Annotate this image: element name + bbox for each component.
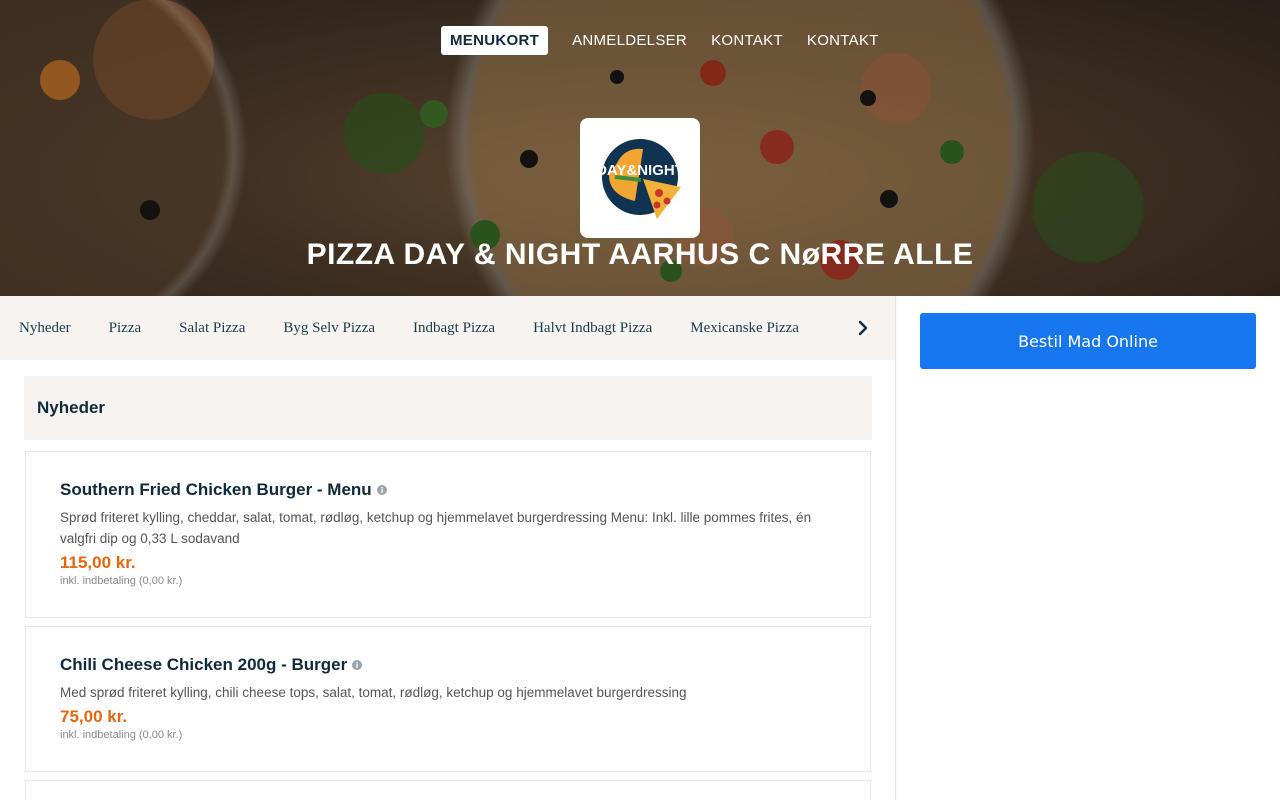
nav-kontakt-2[interactable]: KONTAKT [798,26,888,55]
hero-banner: MENUKORT ANMELDELSER KONTAKT KONTAKT DAY… [0,0,1280,296]
order-online-button[interactable]: Bestil Mad Online [920,313,1256,369]
category-mexicanske-pizza[interactable]: Mexicanske Pizza [690,320,799,337]
menu-item-name: Chili Cheese Chicken 200g - Burger [60,655,348,674]
menu-item-title: Southern Fried Chicken Burger - Menu [60,480,836,500]
restaurant-title: PIZZA DAY & NIGHT AARHUS C NøRRE ALLE [306,238,974,271]
top-nav: MENUKORT ANMELDELSER KONTAKT KONTAKT [441,26,894,55]
column-divider [895,296,896,800]
category-nyheder[interactable]: Nyheder [19,320,71,337]
category-pizza[interactable]: Pizza [109,320,141,337]
section-title-nyheder: Nyheder [24,376,872,440]
menu-item-deposit: inkl. indbetaling (0,00 kr.) [60,575,183,587]
menu-item-description: Sprød friteret kylling, cheddar, salat, … [60,510,812,546]
category-bar: Nyheder Pizza Salat Pizza Byg Selv Pizza… [0,296,895,360]
category-halvt-indbagt-pizza[interactable]: Halvt Indbagt Pizza [533,320,652,337]
category-indbagt-pizza[interactable]: Indbagt Pizza [413,320,495,337]
menu-item-card[interactable]: Southern Fried Chicken Burger - Menu Spr… [25,451,871,618]
menu-item-title: Chili Cheese Chicken 200g - Burger [60,655,836,675]
menu-item-deposit: inkl. indbetaling (0,00 kr.) [60,729,183,741]
nav-menukort[interactable]: MENUKORT [441,26,549,55]
nav-anmeldelser[interactable]: ANMELDELSER [563,26,696,55]
logo-icon: DAY&NIGHT [596,139,684,219]
category-list: Nyheder Pizza Salat Pizza Byg Selv Pizza… [0,320,840,337]
menu-item-card-partial[interactable] [25,780,871,800]
menu-item-name: Southern Fried Chicken Burger - Menu [60,480,372,499]
menu-item-price: 75,00 kr. [60,707,128,726]
nav-kontakt[interactable]: KONTAKT [702,26,792,55]
info-icon[interactable] [376,485,387,495]
menu-item-card[interactable]: Chili Cheese Chicken 200g - Burger Med s… [25,626,871,772]
menu-item-price: 115,00 kr. [60,553,136,572]
svg-text:DAY&NIGHT: DAY&NIGHT [596,162,684,179]
category-byg-selv-pizza[interactable]: Byg Selv Pizza [283,320,375,337]
menu-item-description: Med sprød friteret kylling, chili cheese… [60,685,687,700]
restaurant-logo: DAY&NIGHT [580,118,700,238]
info-icon[interactable] [352,660,363,670]
chevron-right-icon[interactable] [853,318,873,338]
category-salat-pizza[interactable]: Salat Pizza [179,320,245,337]
